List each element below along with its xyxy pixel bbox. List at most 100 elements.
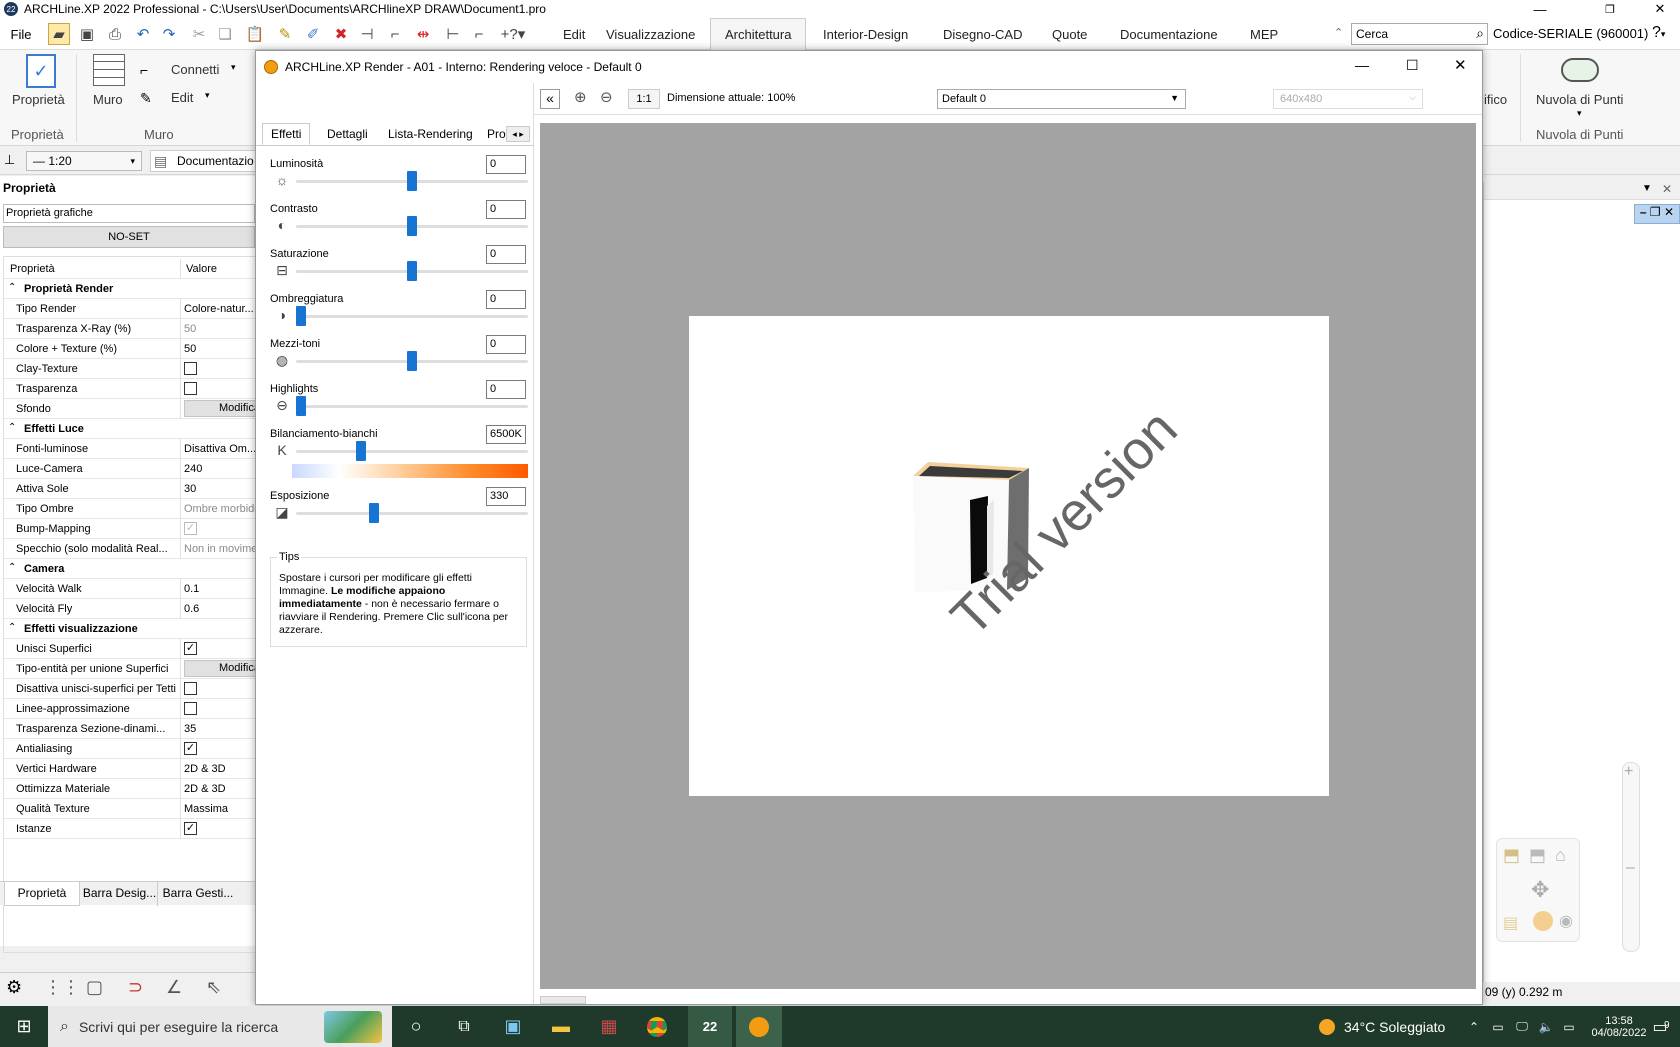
property-row[interactable]: Specchio (solo modalità Real... Non in mo… (4, 539, 260, 559)
property-row[interactable]: Linee-approssimazione (4, 699, 256, 719)
sun-view-icon[interactable] (1533, 911, 1553, 931)
point-cloud-button[interactable]: Nuvola di Punti (1536, 92, 1623, 107)
slider-value-input[interactable]: 6500K (486, 425, 526, 444)
property-value[interactable]: 50 (184, 323, 260, 335)
kelvin-icon[interactable]: K (274, 442, 290, 458)
property-section[interactable]: ⌃ Effetti Luce (4, 419, 256, 439)
zoom-actual-button[interactable]: 1:1 (628, 89, 660, 109)
render-canvas[interactable]: Trial version (540, 123, 1476, 989)
tab-barra-design[interactable]: Barra Desig... (82, 882, 158, 906)
zoom-out-icon[interactable]: – (1626, 859, 1635, 877)
render-taskbar-icon[interactable] (736, 1006, 782, 1047)
tab-quote[interactable]: Quote (1038, 18, 1101, 50)
connect-button[interactable]: Connetti (171, 62, 219, 77)
connect-icon[interactable]: ⌐ (140, 62, 148, 78)
view-house-icon[interactable]: ⌂ (1555, 845, 1566, 866)
volume-icon[interactable]: 🔈 (1536, 1006, 1556, 1047)
dialog-close-button[interactable]: ✕ (1454, 56, 1467, 74)
property-row[interactable]: Disattiva unisci-superfici per Tetti (4, 679, 256, 699)
highlight-icon[interactable]: ⊖ (274, 397, 290, 414)
angle-icon[interactable]: ∠ (166, 977, 182, 998)
property-section[interactable]: ⌃ Camera (4, 559, 256, 579)
canvas-scrollbar[interactable] (540, 996, 586, 1004)
wall-icon[interactable] (93, 54, 125, 86)
cortana-icon[interactable]: ○ (400, 1006, 432, 1047)
property-checkbox[interactable] (184, 362, 197, 375)
property-row[interactable]: Unisci Superfici ✓ (4, 639, 256, 659)
slider-value-input[interactable]: 0 (486, 335, 526, 354)
preset-select[interactable]: Default 0 ▼ (937, 89, 1186, 109)
collapse-panel-icon[interactable]: « (540, 89, 560, 109)
property-row[interactable]: Ottimizza Materiale 2D & 3D (4, 779, 256, 799)
tab-dettagli[interactable]: Dettagli (319, 123, 376, 145)
property-row[interactable]: Trasparenza (4, 379, 256, 399)
point-cloud-icon[interactable] (1561, 58, 1599, 82)
property-row[interactable]: Luce-Camera 240 (4, 459, 256, 479)
select-cursor-icon[interactable]: ⇖ (206, 977, 221, 998)
slider-track[interactable] (296, 315, 528, 318)
slider-track[interactable] (296, 450, 528, 453)
property-group-select[interactable]: Proprietà grafiche (3, 204, 255, 223)
slider-thumb[interactable] (407, 261, 417, 281)
property-row[interactable]: Colore + Texture (%) 50 (4, 339, 256, 359)
dialog-maximize-button[interactable]: ☐ (1406, 57, 1419, 74)
tab-interior-design[interactable]: Interior-Design (809, 18, 922, 50)
property-row[interactable]: Antialiasing ✓ (4, 739, 256, 759)
slider-thumb[interactable] (296, 396, 306, 416)
property-value[interactable]: 0.6 (184, 603, 260, 615)
modify-button[interactable]: Modifica (184, 400, 260, 417)
customize-toolbar-icon[interactable]: +?▾ (496, 23, 530, 45)
panel-menu-icon[interactable]: ▼ (1642, 183, 1652, 194)
weather-sun-icon[interactable] (1316, 1006, 1338, 1047)
scale-select[interactable]: — 1:20 ▾ (26, 151, 142, 171)
orbit-icon[interactable]: ✥ (1531, 877, 1549, 903)
zoom-out-icon[interactable]: ⊖ (600, 88, 613, 106)
property-row[interactable]: Tipo-entità per unione Superfici Modifica (4, 659, 260, 679)
corner-icon[interactable]: ⌐ (468, 23, 490, 45)
property-checkbox[interactable]: ✓ (184, 522, 197, 535)
tab-visualizzazione[interactable]: Visualizzazione (592, 18, 709, 50)
slider-thumb[interactable] (407, 216, 417, 236)
slider-value-input[interactable]: 0 (486, 290, 526, 309)
property-value[interactable]: Disattiva Om... (184, 443, 260, 455)
collapse-chevron-icon[interactable]: ⌃ (8, 422, 16, 433)
file-explorer-icon[interactable]: ▬ (544, 1006, 578, 1047)
redo-icon[interactable]: ↷ (158, 23, 180, 45)
tray-device-icon[interactable]: ▭ (1488, 1006, 1508, 1047)
midtone-icon[interactable]: ◍ (274, 352, 290, 369)
tab-architettura[interactable]: Architettura (710, 18, 807, 50)
property-row[interactable]: Tipo Ombre Ombre morbide (4, 499, 260, 519)
slider-value-input[interactable]: 0 (486, 155, 526, 174)
modify-button[interactable]: Modifica (184, 660, 260, 677)
notifications-icon[interactable]: ▭ 9 (1640, 1006, 1680, 1047)
weather-text[interactable]: 34°C Soleggiato (1344, 1006, 1454, 1047)
tab-effetti[interactable]: Effetti (262, 123, 311, 145)
paste-icon[interactable]: 📋 (244, 23, 266, 45)
slider-thumb[interactable] (407, 351, 417, 371)
extend-icon[interactable]: ⊢ (442, 23, 464, 45)
slider-value-input[interactable]: 0 (486, 245, 526, 264)
property-value[interactable]: 30 (184, 483, 260, 495)
search-input[interactable]: Cerca ⌕ (1351, 23, 1488, 45)
dialog-minimize-button[interactable]: — (1355, 57, 1369, 73)
properties-button[interactable]: Proprietà (12, 92, 65, 107)
tab-barra-gestione[interactable]: Barra Gesti... (160, 882, 236, 906)
view-box-icon[interactable]: ⬒ (1529, 845, 1546, 866)
collapse-chevron-icon[interactable]: ⌃ (8, 622, 16, 633)
undo-icon[interactable]: ↶ (132, 23, 154, 45)
property-row[interactable]: Tipo Render Colore-natur... (4, 299, 256, 319)
property-checkbox[interactable]: ✓ (184, 642, 197, 655)
property-checkbox[interactable] (184, 702, 197, 715)
collapse-chevron-icon[interactable]: ⌃ (8, 282, 16, 293)
property-row[interactable]: Bump-Mapping ✓ (4, 519, 256, 539)
noset-button[interactable]: NO-SET (3, 226, 255, 248)
property-row[interactable]: Clay-Texture (4, 359, 256, 379)
taskbar-search[interactable]: ⌕ Scrivi qui per eseguire la ricerca (48, 1006, 392, 1047)
layer-icon[interactable]: ⊥ (4, 152, 15, 168)
property-checkbox[interactable]: ✓ (184, 822, 197, 835)
property-value[interactable]: 2D & 3D (184, 763, 260, 775)
view-iso-icon[interactable]: ⬒ (1503, 845, 1520, 866)
tab-scroll-arrows[interactable]: ◂ ▸ (506, 126, 530, 142)
property-row[interactable]: Trasparenza Sezione-dinami... 35 (4, 719, 256, 739)
property-row[interactable]: Fonti-luminose Disattiva Om... (4, 439, 256, 459)
